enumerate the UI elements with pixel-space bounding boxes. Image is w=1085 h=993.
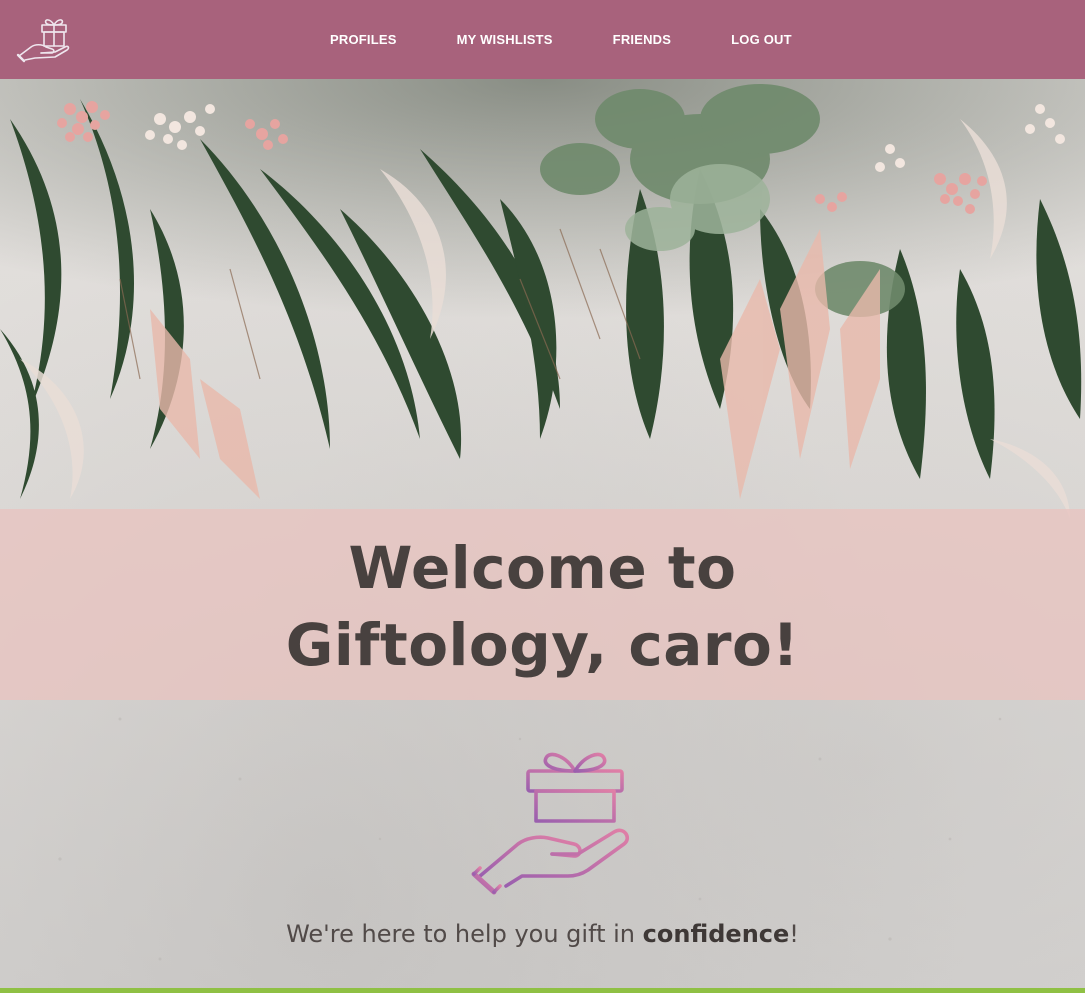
top-navbar: PROFILES MY WISHLISTS FRIENDS LOG OUT bbox=[0, 0, 1085, 79]
tagline-prefix: We're here to help you gift in bbox=[286, 920, 643, 948]
gift-hand-icon bbox=[466, 746, 634, 896]
nav-profiles-link[interactable]: PROFILES bbox=[330, 32, 397, 47]
nav-menu: PROFILES MY WISHLISTS FRIENDS LOG OUT bbox=[330, 0, 852, 79]
tagline-emphasis: confidence bbox=[642, 920, 790, 948]
nav-log-out-link[interactable]: LOG OUT bbox=[731, 32, 792, 47]
welcome-heading: Welcome to Giftology, caro! bbox=[285, 534, 800, 679]
tagline-suffix: ! bbox=[789, 920, 799, 948]
tagline-text: We're here to help you gift in confidenc… bbox=[0, 915, 1085, 953]
nav-friends-link[interactable]: FRIENDS bbox=[613, 32, 671, 47]
nav-my-wishlists-link[interactable]: MY WISHLISTS bbox=[457, 32, 553, 47]
bottom-accent-bar bbox=[0, 988, 1085, 993]
gift-hand-logo-icon[interactable] bbox=[15, 12, 71, 64]
